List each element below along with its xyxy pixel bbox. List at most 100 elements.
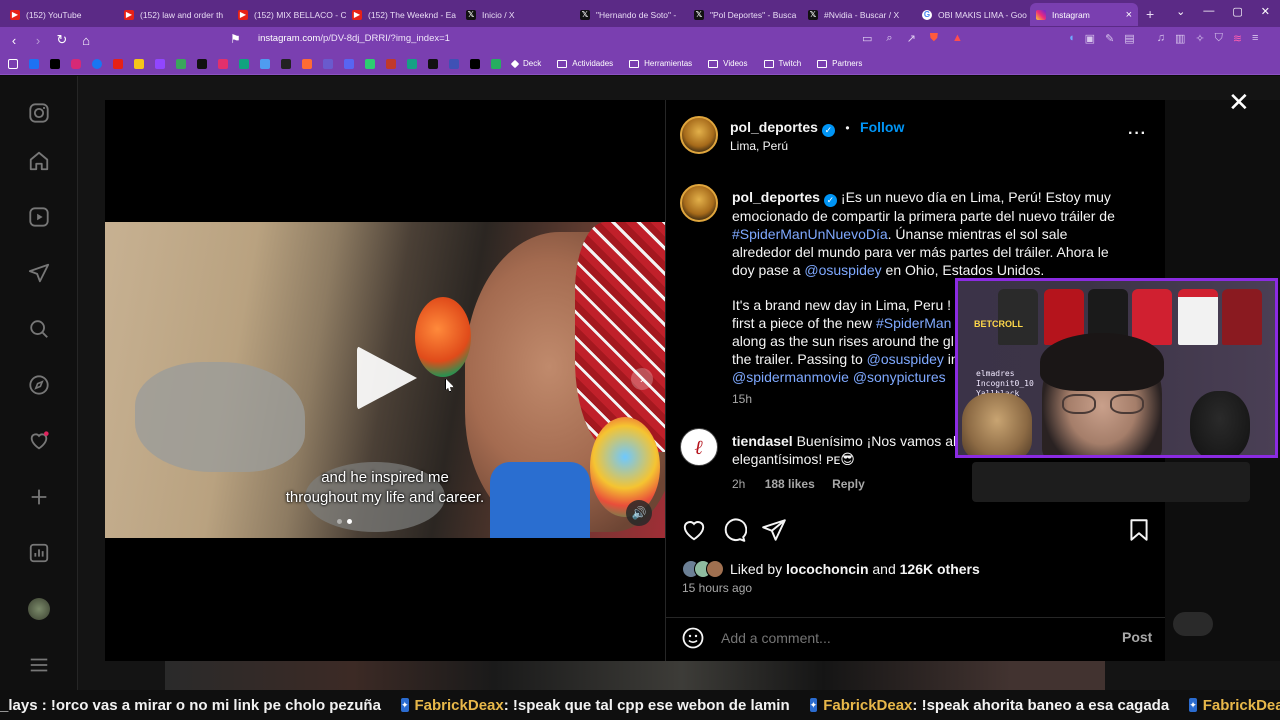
bookmark-favicon[interactable] bbox=[470, 58, 480, 69]
commenter-avatar[interactable]: ℓ bbox=[680, 428, 718, 466]
bookmark-favicon[interactable] bbox=[491, 58, 501, 69]
mention-link[interactable]: @sonypictures bbox=[853, 369, 946, 385]
url-field[interactable]: instagram.com/p/DV-8dj_DRRI/?img_index=1 bbox=[258, 33, 450, 44]
bookmark-folder[interactable]: Twitch bbox=[763, 59, 801, 68]
apps-grid-icon[interactable] bbox=[8, 58, 18, 69]
browser-tab[interactable]: 𝕏 #Nvidia - Buscar / X bbox=[802, 3, 916, 26]
tiktok-icon[interactable] bbox=[50, 58, 60, 69]
notifications-heart-icon[interactable] bbox=[26, 428, 52, 454]
more-options-icon[interactable]: ··· bbox=[1128, 125, 1147, 143]
mention-link[interactable]: @spidermanmovie bbox=[732, 369, 849, 385]
reels-icon[interactable] bbox=[26, 204, 52, 230]
play-icon[interactable] bbox=[357, 346, 417, 410]
mention-link[interactable]: @osuspidey bbox=[804, 262, 881, 278]
bookmark-favicon[interactable] bbox=[428, 58, 438, 69]
bookmark-favicon[interactable] bbox=[155, 58, 165, 69]
extension-icon[interactable]: ✧ bbox=[1195, 32, 1204, 45]
caption-username[interactable]: pol_deportes bbox=[732, 189, 820, 205]
home-icon[interactable] bbox=[26, 148, 52, 174]
caption-author-avatar[interactable] bbox=[680, 184, 718, 222]
close-modal-icon[interactable]: ✕ bbox=[1228, 89, 1250, 115]
extension-icon[interactable]: ≋ bbox=[1233, 32, 1242, 45]
bookmark-icon[interactable]: ⚑ bbox=[230, 32, 241, 46]
bookmark-folder[interactable]: Videos bbox=[708, 59, 748, 68]
post-location[interactable]: Lima, Perú bbox=[730, 139, 788, 153]
save-bookmark-icon[interactable] bbox=[1126, 517, 1152, 543]
share-send-icon[interactable] bbox=[761, 517, 787, 543]
author-username[interactable]: pol_deportes bbox=[730, 119, 818, 135]
like-heart-icon[interactable] bbox=[681, 517, 707, 543]
browser-tab[interactable]: ▶ (152) law and order th bbox=[118, 3, 232, 26]
bookmark-favicon[interactable] bbox=[344, 58, 354, 69]
carousel-next-button[interactable]: › bbox=[631, 368, 653, 390]
menu-icon[interactable]: ≡ bbox=[1252, 32, 1258, 45]
extension-icon[interactable]: ▤ bbox=[1124, 32, 1134, 45]
facebook-icon[interactable] bbox=[92, 58, 102, 69]
zoom-icon[interactable]: ⌕ bbox=[886, 32, 892, 45]
extension-icon[interactable]: ▥ bbox=[1175, 32, 1185, 45]
comment-username[interactable]: tiendasel bbox=[732, 433, 793, 449]
browser-tab[interactable]: 𝕏 Inicio / X bbox=[460, 3, 574, 26]
screen-icon[interactable]: ▭ bbox=[862, 32, 872, 45]
browser-tab[interactable]: ▶ (152) The Weeknd - Ea bbox=[346, 3, 460, 26]
bookmark-favicon[interactable] bbox=[260, 58, 270, 69]
post-comment-button[interactable]: Post bbox=[1122, 629, 1152, 645]
minimize-button[interactable]: — bbox=[1203, 5, 1214, 18]
browser-tab-active[interactable]: Instagram × bbox=[1030, 3, 1138, 26]
bookmark-favicon[interactable] bbox=[218, 58, 228, 69]
bookmark-favicon[interactable] bbox=[176, 58, 186, 69]
forward-icon[interactable]: › bbox=[28, 33, 48, 48]
author-avatar[interactable] bbox=[680, 116, 718, 154]
extension-icon[interactable]: ▣ bbox=[1085, 32, 1095, 45]
bookmark-favicon[interactable] bbox=[386, 58, 396, 69]
youtube-icon[interactable] bbox=[113, 58, 123, 69]
bookmark-folder[interactable]: Actividades bbox=[557, 59, 613, 68]
browser-tab[interactable]: ▶ (152) YouTube bbox=[4, 3, 118, 26]
back-icon[interactable]: ‹ bbox=[4, 33, 24, 48]
bookmark-folder[interactable]: Herramientas bbox=[629, 59, 692, 68]
bookmark-favicon[interactable] bbox=[449, 58, 459, 69]
bookmark-favicon[interactable] bbox=[407, 58, 417, 69]
extension-icon[interactable]: ◖ bbox=[1068, 32, 1075, 45]
bookmark-favicon[interactable] bbox=[323, 58, 333, 69]
liker-username[interactable]: locochoncin bbox=[786, 561, 868, 577]
browser-tab[interactable]: G OBI MAKIS LIMA - Goo bbox=[916, 3, 1030, 26]
maximize-button[interactable]: ▢ bbox=[1232, 5, 1242, 18]
browser-tab[interactable]: 𝕏 "Pol Deportes" - Busca bbox=[688, 3, 802, 26]
browser-tab[interactable]: 𝕏 "Hernando de Soto" - bbox=[574, 3, 688, 26]
bookmark-favicon[interactable] bbox=[281, 58, 291, 69]
follow-button[interactable]: Follow bbox=[860, 119, 904, 135]
more-menu-icon[interactable] bbox=[26, 652, 52, 678]
hashtag-link[interactable]: #SpiderMan bbox=[876, 315, 952, 331]
bookmark-favicon[interactable] bbox=[239, 58, 249, 69]
bookmark-favicon[interactable] bbox=[302, 58, 312, 69]
instagram-logo-icon[interactable] bbox=[26, 100, 52, 126]
x-icon[interactable] bbox=[197, 58, 207, 69]
comment-input[interactable] bbox=[721, 627, 1101, 649]
chevron-down-icon[interactable]: ⌄ bbox=[1176, 5, 1185, 18]
instagram-icon[interactable] bbox=[71, 58, 81, 69]
hashtag-link[interactable]: #SpiderManUnNuevoDía bbox=[732, 226, 888, 242]
bookmark-folder[interactable]: Partners bbox=[817, 59, 862, 68]
comment-bubble-icon[interactable] bbox=[721, 517, 748, 543]
bookmark-favicon[interactable] bbox=[134, 58, 144, 69]
comment-likes[interactable]: 188 likes bbox=[765, 477, 815, 491]
mention-link[interactable]: @osuspidey bbox=[867, 351, 944, 367]
emoji-icon[interactable] bbox=[681, 626, 705, 655]
reload-icon[interactable]: ↻ bbox=[52, 32, 72, 48]
bookmark-favicon[interactable] bbox=[365, 58, 375, 69]
volume-icon[interactable]: 🔊 bbox=[626, 500, 652, 526]
bookmark-favicon[interactable] bbox=[29, 58, 39, 69]
likes-count[interactable]: 126K others bbox=[900, 561, 980, 577]
extension-icon[interactable]: ♫ bbox=[1157, 32, 1165, 45]
new-tab-button[interactable]: + bbox=[1146, 6, 1154, 22]
bookmark-deck[interactable]: Deck bbox=[510, 59, 541, 68]
home-icon[interactable]: ⌂ bbox=[76, 33, 96, 48]
explore-icon[interactable] bbox=[26, 372, 52, 398]
extension-icon[interactable]: ⛉ bbox=[1215, 32, 1223, 45]
search-icon[interactable] bbox=[26, 316, 52, 342]
dashboard-icon[interactable] bbox=[26, 540, 52, 566]
shield-icon[interactable]: ⛊ bbox=[930, 32, 938, 45]
alert-icon[interactable]: ▲ bbox=[952, 32, 963, 45]
reply-button[interactable]: Reply bbox=[832, 477, 865, 491]
